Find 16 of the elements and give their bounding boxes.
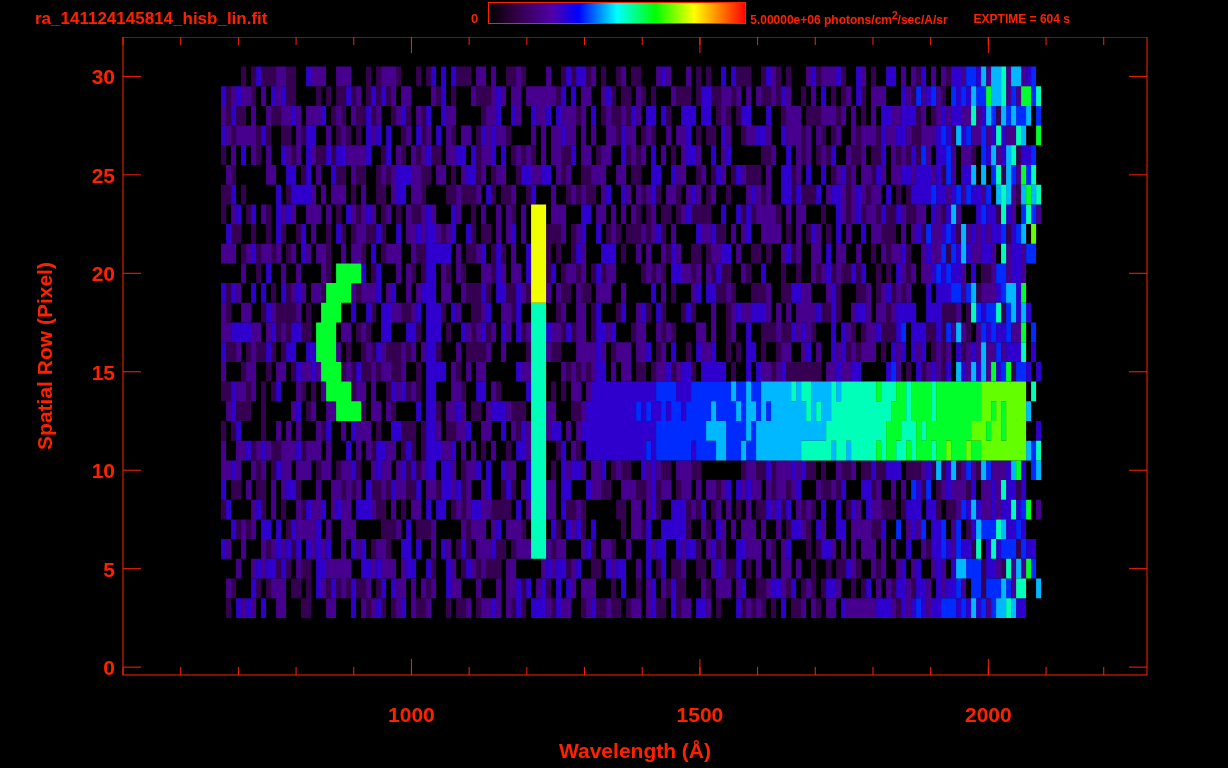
x-tick-label: 2000 xyxy=(965,703,1012,726)
x-tick-label: 1500 xyxy=(676,703,724,726)
y-tick-label: 15 xyxy=(91,360,115,384)
exposure-time: EXPTIME = 604 s xyxy=(973,11,1070,26)
y-tick-label: 0 xyxy=(103,656,115,680)
file-name: ra_141124145814_hisb_lin.fit xyxy=(35,8,269,29)
y-tick-label: 25 xyxy=(91,163,115,187)
x-tick-label: 1000 xyxy=(388,703,435,726)
y-tick-label: 10 xyxy=(91,459,115,483)
y-tick-label: 30 xyxy=(91,65,115,89)
y-tick-label: 5 xyxy=(103,557,115,581)
colorbar-max-label: 5.00000e+06 photons/cm$^{2}$/sec/A/sr xyxy=(750,10,948,27)
x-axis-label: Wavelength (Å) xyxy=(558,739,712,762)
y-tick-label: 20 xyxy=(91,262,115,286)
y-axis-label: Spatial Row (Pixel) xyxy=(33,262,56,450)
colorbar-min-label: 0 xyxy=(471,11,479,26)
